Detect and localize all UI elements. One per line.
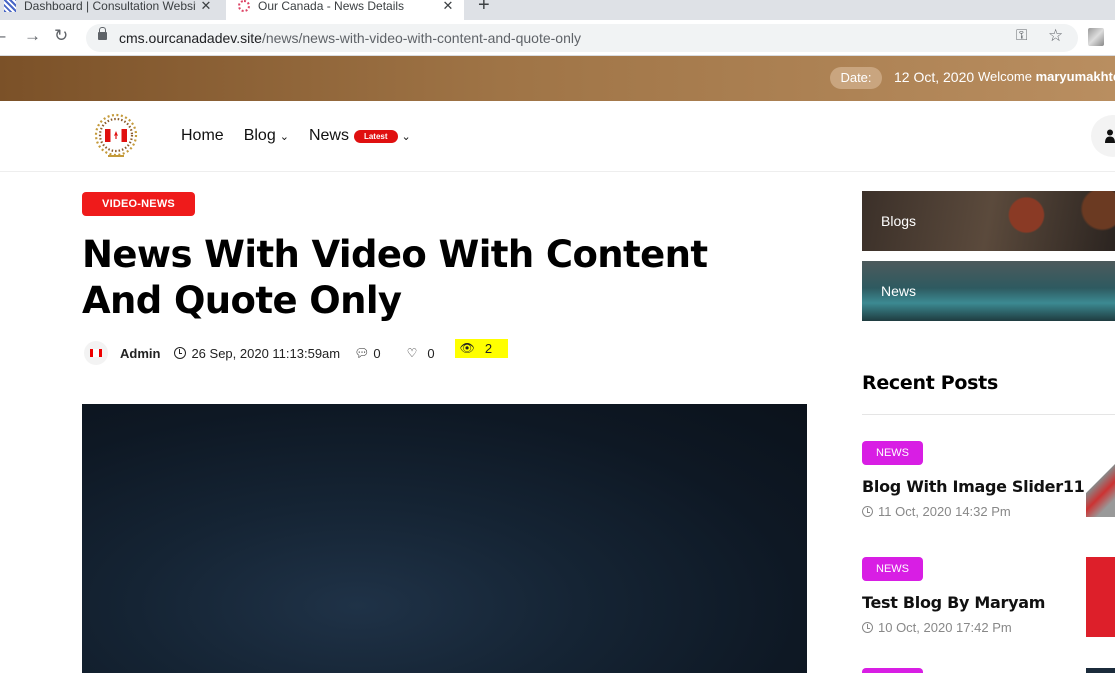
current-date: 12 Oct, 2020 xyxy=(894,69,975,85)
post-date: 11 Oct, 2020 14:32 Pm xyxy=(862,504,1115,519)
welcome-username[interactable]: maryumakhte xyxy=(1036,69,1115,84)
date-label: Date: xyxy=(830,67,882,89)
browser-tab-news-details[interactable]: Our Canada - News Details ✕ xyxy=(226,0,464,20)
site-header: Home Blog ⌄ News Latest ⌄ xyxy=(0,101,1115,172)
tab-title: Dashboard | Consultation Websit xyxy=(24,0,196,13)
sidebar-category-news[interactable]: News xyxy=(862,261,1115,321)
tab-close-icon[interactable]: ✕ xyxy=(196,0,216,14)
chevron-down-icon: ⌄ xyxy=(279,130,289,143)
lock-icon xyxy=(98,27,107,40)
post-title[interactable]: Test Blog By Maryam xyxy=(862,593,1115,612)
nav-home[interactable]: Home xyxy=(181,127,224,145)
post-thumbnail[interactable] xyxy=(1086,668,1115,673)
user-icon xyxy=(1105,129,1115,143)
forward-arrow-icon[interactable]: → xyxy=(24,26,41,46)
author-name[interactable]: Admin xyxy=(120,346,160,361)
comment-icon: 💬︎ xyxy=(354,346,370,360)
post-title[interactable]: Blog With Image Slider11 xyxy=(862,477,1115,496)
recent-posts-heading: Recent Posts xyxy=(862,372,998,394)
url-text: cms.ourcanadadev.site/news/news-with-vid… xyxy=(119,30,581,46)
article-meta: Admin 26 Sep, 2020 11:13:59am 💬︎ 0 ♡ 0 👁… xyxy=(84,338,522,365)
recent-post-item: NEWS Test Blog By Maryam 10 Oct, 2020 17… xyxy=(862,557,1115,635)
nav-blog[interactable]: Blog ⌄ xyxy=(244,127,289,145)
reload-icon[interactable]: ↻ xyxy=(54,26,68,46)
address-bar[interactable]: cms.ourcanadadev.site/news/news-with-vid… xyxy=(86,24,1078,52)
sidebar-category-blogs[interactable]: Blogs xyxy=(862,191,1115,251)
key-icon[interactable]: ⚿ xyxy=(1016,27,1027,44)
tab-favicon-icon xyxy=(4,0,16,12)
clock-icon xyxy=(174,347,187,359)
divider xyxy=(862,414,1115,415)
category-badge[interactable]: VIDEO-NEWS xyxy=(82,192,195,216)
new-tab-icon[interactable]: + xyxy=(478,0,490,17)
post-date: 10 Oct, 2020 17:42 Pm xyxy=(862,620,1115,635)
back-arrow-icon[interactable]: ‒ xyxy=(0,26,5,46)
category-card-label: News xyxy=(881,283,917,299)
clock-icon xyxy=(862,622,873,633)
nav-news[interactable]: News Latest ⌄ xyxy=(309,127,411,145)
site-topbar: Date: 12 Oct, 2020 Welcome maryumakhte xyxy=(0,56,1115,101)
likes-count[interactable]: ♡ 0 xyxy=(407,346,435,361)
comments-count[interactable]: 💬︎ 0 xyxy=(354,346,380,361)
video-player[interactable] xyxy=(82,404,807,673)
clock-icon xyxy=(862,506,873,517)
post-tag[interactable]: NEWS xyxy=(862,441,923,465)
post-tag[interactable]: NEWS xyxy=(862,557,923,581)
site-logo[interactable] xyxy=(88,111,144,163)
user-account-button[interactable] xyxy=(1091,115,1115,157)
category-card-label: Blogs xyxy=(881,213,917,229)
browser-tabstrip: Dashboard | Consultation Websit ✕ Our Ca… xyxy=(0,0,1115,20)
article-title: News With Video With Content And Quote O… xyxy=(82,233,708,322)
views-count: 👁︎ 2 xyxy=(454,338,509,358)
recent-post-item: NEWS Blog With Image Slider11 11 Oct, 20… xyxy=(862,441,1115,519)
post-thumbnail[interactable] xyxy=(1086,457,1115,517)
extension-icon[interactable] xyxy=(1088,28,1104,46)
publish-date: 26 Sep, 2020 11:13:59am xyxy=(174,346,340,361)
tab-close-icon[interactable]: ✕ xyxy=(438,0,458,14)
bookmark-star-icon[interactable]: ☆ xyxy=(1048,26,1063,46)
browser-tab-dashboard[interactable]: Dashboard | Consultation Websit ✕ xyxy=(0,0,222,20)
main-navigation: Home Blog ⌄ News Latest ⌄ xyxy=(181,127,431,145)
post-tag[interactable] xyxy=(862,668,923,673)
tab-favicon-icon xyxy=(238,0,250,12)
latest-badge: Latest xyxy=(353,129,398,143)
heart-icon: ♡ xyxy=(406,346,418,360)
welcome-message: Welcome maryumakhte xyxy=(978,69,1115,84)
post-thumbnail[interactable] xyxy=(1086,557,1115,637)
eye-icon: 👁︎ xyxy=(459,341,475,355)
author-avatar xyxy=(84,341,108,365)
tab-title: Our Canada - News Details xyxy=(258,0,405,13)
browser-toolbar: ‒ → ↻ cms.ourcanadadev.site/news/news-wi… xyxy=(0,20,1115,56)
chevron-down-icon: ⌄ xyxy=(401,130,411,143)
